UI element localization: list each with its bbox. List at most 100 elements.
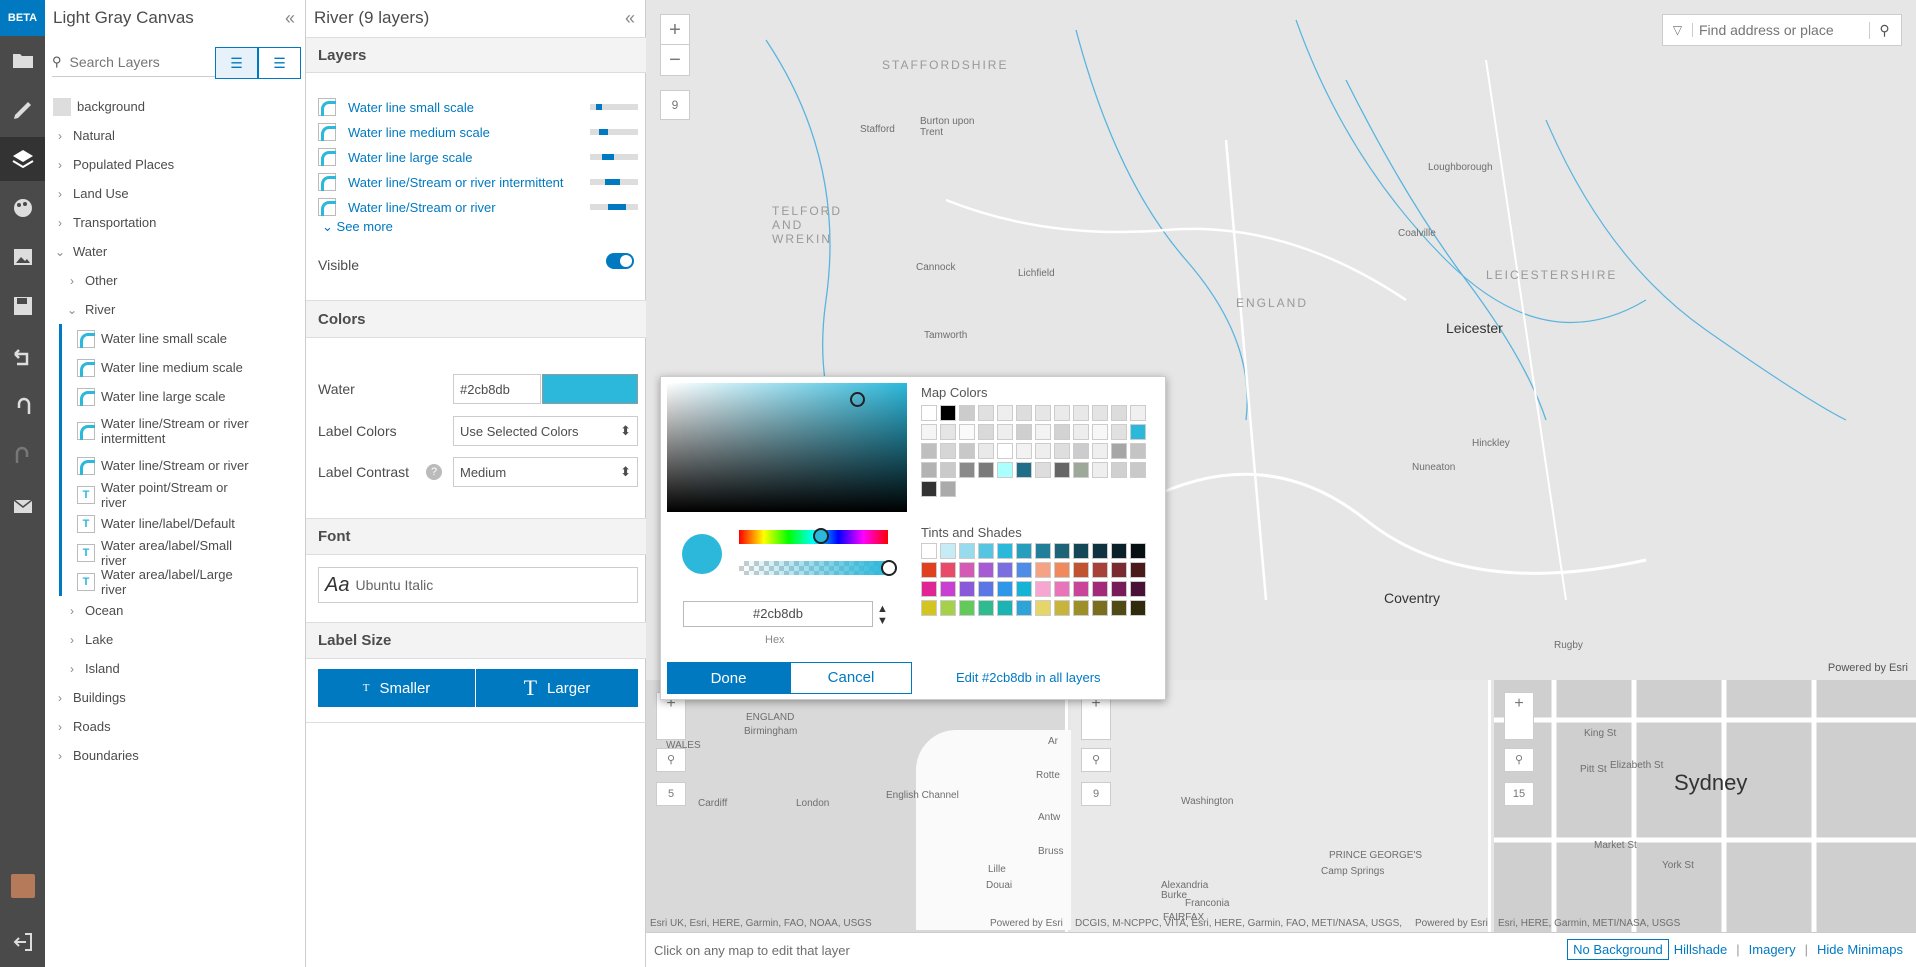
collapse-left-icon[interactable]: « bbox=[285, 8, 295, 29]
layer-row[interactable]: Water line large scale bbox=[318, 146, 638, 168]
tree-item[interactable]: background bbox=[45, 92, 306, 121]
color-swatch[interactable] bbox=[997, 562, 1013, 578]
tree-item[interactable]: Water line medium scale bbox=[45, 353, 306, 382]
alpha-handle[interactable] bbox=[881, 560, 897, 576]
color-swatch[interactable] bbox=[1130, 581, 1146, 597]
layer-name[interactable]: Water line small scale bbox=[348, 100, 590, 115]
color-swatch[interactable] bbox=[1092, 405, 1108, 421]
color-swatch[interactable] bbox=[921, 462, 937, 478]
color-swatch[interactable] bbox=[921, 481, 937, 497]
color-swatch[interactable] bbox=[1016, 543, 1032, 559]
tree-item[interactable]: › Transportation bbox=[45, 208, 306, 237]
help-icon[interactable]: ? bbox=[426, 464, 442, 480]
color-swatch[interactable] bbox=[978, 462, 994, 478]
tree-item[interactable]: ⌄ Water bbox=[45, 237, 306, 266]
color-swatch[interactable] bbox=[1035, 424, 1051, 440]
edit-all-layers-link[interactable]: Edit #2cb8db in all layers bbox=[956, 670, 1101, 685]
color-swatch[interactable] bbox=[997, 424, 1013, 440]
color-swatch[interactable] bbox=[1035, 405, 1051, 421]
see-more-link[interactable]: ⌄ See more bbox=[322, 219, 393, 235]
color-swatch[interactable] bbox=[1092, 424, 1108, 440]
collapse-mid-icon[interactable]: « bbox=[625, 8, 635, 29]
address-search-input[interactable] bbox=[1699, 22, 1869, 38]
zoom-out-button[interactable]: − bbox=[661, 45, 689, 75]
color-swatch[interactable] bbox=[921, 424, 937, 440]
basemap-option[interactable]: No Background bbox=[1567, 939, 1669, 960]
tree-item[interactable]: Water line small scale bbox=[45, 324, 306, 353]
color-swatch[interactable] bbox=[1016, 405, 1032, 421]
layer-name[interactable]: Water line/Stream or river intermittent bbox=[348, 175, 590, 190]
color-swatch[interactable] bbox=[1092, 562, 1108, 578]
color-swatch[interactable] bbox=[1092, 581, 1108, 597]
water-hex-input[interactable]: #2cb8db bbox=[453, 374, 541, 404]
tree-item[interactable]: › Populated Places bbox=[45, 150, 306, 179]
color-swatch[interactable] bbox=[1092, 600, 1108, 616]
tree-item[interactable]: T Water line/label/Default bbox=[45, 509, 306, 538]
color-swatch[interactable] bbox=[1054, 443, 1070, 459]
color-swatch[interactable] bbox=[1035, 543, 1051, 559]
color-swatch[interactable] bbox=[1054, 600, 1070, 616]
minimap-sydney[interactable] bbox=[1494, 680, 1916, 932]
hex-input[interactable]: #2cb8db bbox=[683, 601, 873, 627]
visible-toggle[interactable] bbox=[606, 253, 634, 269]
scale-range-slider[interactable] bbox=[590, 154, 638, 160]
minimap-washington[interactable] bbox=[1071, 680, 1491, 932]
color-swatch[interactable] bbox=[978, 543, 994, 559]
color-swatch[interactable] bbox=[921, 443, 937, 459]
color-swatch[interactable] bbox=[1073, 443, 1089, 459]
color-swatch[interactable] bbox=[1035, 581, 1051, 597]
color-swatch[interactable] bbox=[1073, 562, 1089, 578]
color-swatch[interactable] bbox=[997, 443, 1013, 459]
palette-icon[interactable] bbox=[0, 186, 45, 230]
color-swatch[interactable] bbox=[1111, 462, 1127, 478]
color-swatch[interactable] bbox=[1016, 600, 1032, 616]
chevron-down-icon[interactable]: ⌄ bbox=[65, 303, 79, 317]
color-swatch[interactable] bbox=[1130, 405, 1146, 421]
color-swatch[interactable] bbox=[1111, 543, 1127, 559]
basemap-option[interactable]: Hide Minimaps bbox=[1812, 940, 1908, 959]
undo-icon[interactable] bbox=[0, 334, 45, 378]
chevron-right-icon[interactable]: › bbox=[65, 604, 79, 618]
color-swatch[interactable] bbox=[997, 462, 1013, 478]
tree-item[interactable]: Water line large scale bbox=[45, 382, 306, 411]
color-swatch[interactable] bbox=[940, 543, 956, 559]
layer-name[interactable]: Water line medium scale bbox=[348, 125, 590, 140]
search-filter-icon[interactable]: ▽ bbox=[1663, 23, 1693, 37]
chevron-right-icon[interactable]: › bbox=[53, 187, 67, 201]
color-swatch[interactable] bbox=[1111, 405, 1127, 421]
color-swatch[interactable] bbox=[940, 462, 956, 478]
basemap-option[interactable]: Imagery bbox=[1744, 940, 1801, 959]
tree-item[interactable]: Water line/Stream or river intermittent bbox=[45, 411, 306, 451]
color-swatch[interactable] bbox=[1035, 462, 1051, 478]
color-swatch[interactable] bbox=[1073, 462, 1089, 478]
layer-row[interactable]: Water line medium scale bbox=[318, 121, 638, 143]
tree-item[interactable]: T Water area/label/Large river bbox=[45, 567, 306, 597]
done-button[interactable]: Done bbox=[667, 662, 790, 694]
color-swatch[interactable] bbox=[997, 543, 1013, 559]
color-swatch[interactable] bbox=[1111, 600, 1127, 616]
tree-item[interactable]: › Lake bbox=[45, 625, 306, 654]
scale-range-slider[interactable] bbox=[590, 129, 638, 135]
saturation-handle[interactable] bbox=[850, 392, 865, 407]
label-colors-select[interactable]: Use Selected Colors ⬍ bbox=[453, 416, 638, 446]
color-swatch[interactable] bbox=[959, 600, 975, 616]
search-layers-input[interactable] bbox=[69, 53, 210, 70]
color-swatch[interactable] bbox=[921, 581, 937, 597]
chevron-right-icon[interactable]: › bbox=[53, 691, 67, 705]
color-swatch[interactable] bbox=[1054, 405, 1070, 421]
color-swatch[interactable] bbox=[940, 481, 956, 497]
layer-name[interactable]: Water line large scale bbox=[348, 150, 590, 165]
color-swatch[interactable] bbox=[978, 443, 994, 459]
color-swatch[interactable] bbox=[978, 424, 994, 440]
zoom-in-button[interactable]: + bbox=[661, 15, 689, 45]
color-swatch[interactable] bbox=[1130, 600, 1146, 616]
tree-item[interactable]: › Ocean bbox=[45, 596, 306, 625]
color-swatch[interactable] bbox=[940, 424, 956, 440]
minimap-search-button[interactable]: ⚲ bbox=[656, 748, 686, 772]
layer-name[interactable]: Water line/Stream or river bbox=[348, 200, 590, 215]
color-swatch[interactable] bbox=[1035, 443, 1051, 459]
chevron-right-icon[interactable]: › bbox=[53, 720, 67, 734]
color-swatch[interactable] bbox=[978, 562, 994, 578]
tree-item[interactable]: ⌄ River bbox=[45, 295, 306, 324]
color-swatch[interactable] bbox=[1111, 424, 1127, 440]
